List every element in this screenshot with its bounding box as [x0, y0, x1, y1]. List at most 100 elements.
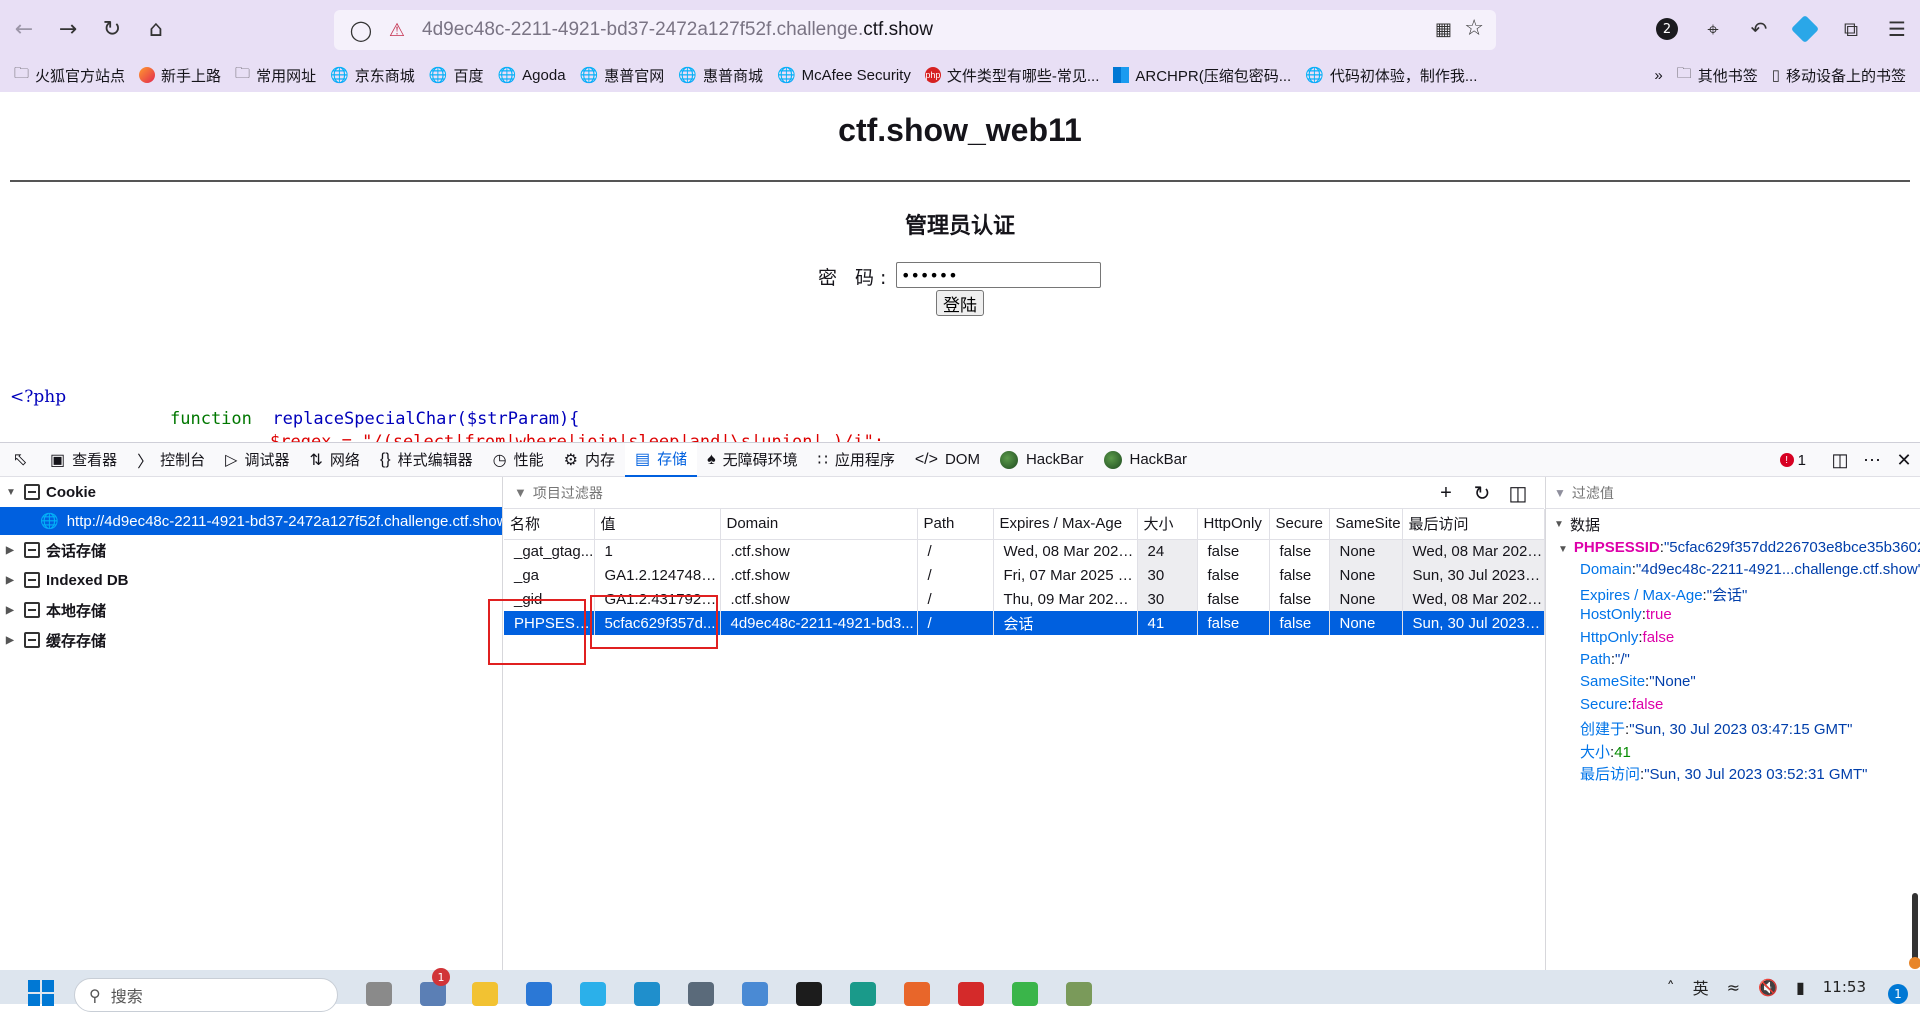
error-count[interactable]: ! 1 [1779, 452, 1806, 469]
data-section-header[interactable]: ▼ 数据 [1546, 509, 1920, 539]
column-header[interactable]: Expires / Max-Age [993, 509, 1138, 540]
qr-code-icon[interactable]: ▦ [1435, 19, 1452, 40]
column-header[interactable]: 最后访问 [1402, 509, 1545, 540]
notification-badge[interactable]: 1 [1888, 984, 1908, 1004]
tab-memory[interactable]: ⚙ 内存 [554, 443, 625, 477]
item-filter-input[interactable] [532, 484, 833, 501]
url-bar[interactable]: ◯ ⚠ 4d9ec48c-2211-4921-bd37-2472a127f52f… [334, 10, 1496, 50]
tree-item-cache-storage[interactable]: ▶ 缓存存储 [0, 625, 502, 655]
add-item-button[interactable]: + [1428, 482, 1464, 505]
bookmark-item[interactable]: 🌐 Agoda [497, 66, 565, 85]
reload-button[interactable]: ↻ [92, 9, 132, 49]
taskbar-calculator-icon[interactable] [688, 982, 714, 1006]
extension-cube-button[interactable] [1782, 9, 1828, 49]
detail-field[interactable]: Secure:false [1546, 696, 1920, 718]
detail-field[interactable]: Domain:"4d9ec48c-2211-4921...challenge.c… [1546, 561, 1920, 583]
column-header[interactable]: 大小 [1137, 509, 1198, 540]
tab-dom[interactable]: </> DOM [905, 443, 990, 477]
wifi-icon[interactable]: ≈ [1727, 978, 1740, 997]
bookmark-item[interactable]: 🗀 常用网址 [235, 63, 316, 88]
bookmark-item[interactable]: 🌐 京东商城 [330, 65, 415, 86]
table-row[interactable]: _ga GA1.2.1247487... .ctf.show / Fri, 07… [504, 563, 1545, 587]
dock-button[interactable]: ◫ [1824, 450, 1856, 471]
tree-item-session-storage[interactable]: ▶ 会话存储 [0, 535, 502, 565]
table-row[interactable]: _gat_gtag... 1 .ctf.show / Wed, 08 Mar 2… [504, 539, 1545, 563]
column-header[interactable]: HttpOnly [1197, 509, 1270, 540]
column-header[interactable]: SameSite [1329, 509, 1403, 540]
tab-inspector[interactable]: ▣ 查看器 [40, 443, 127, 477]
taskbar-app-icon[interactable] [1012, 982, 1038, 1006]
tree-item-cookie[interactable]: ▼ Cookie [0, 477, 502, 507]
refresh-button[interactable]: ↻ [1464, 481, 1500, 506]
column-header[interactable]: Path [917, 509, 994, 540]
taskbar-app-icon[interactable] [1066, 982, 1092, 1006]
bookmark-item[interactable]: 🌐 惠普官网 [580, 65, 665, 86]
cookie-detail-entry[interactable]: ▼ PHPSESSID:"5cfac629f357dd226703e8bce35b… [1546, 539, 1920, 561]
login-button[interactable]: 登陆 [936, 290, 984, 316]
bookmark-item[interactable]: 🌐 McAfee Security [777, 66, 911, 85]
bookmark-item[interactable]: 🗀 火狐官方站点 [14, 63, 125, 88]
insecure-lock-icon[interactable]: ⚠ [386, 20, 408, 41]
tree-item-indexed-db[interactable]: ▶ Indexed DB [0, 565, 502, 595]
speaker-muted-icon[interactable]: 🔇 [1758, 978, 1778, 997]
column-header[interactable]: 值 [594, 509, 721, 540]
detail-field[interactable]: 最后访问:"Sun, 30 Jul 2023 03:52:31 GMT" [1546, 763, 1920, 785]
taskbar-search[interactable]: ⚲ 搜索 [74, 978, 338, 1012]
menu-button[interactable]: ☰ [1874, 9, 1920, 49]
forward-button[interactable]: → [48, 9, 88, 49]
detail-field[interactable]: 大小:41 [1546, 741, 1920, 763]
taskbar-explorer-icon[interactable] [472, 982, 498, 1006]
chevron-up-icon[interactable]: ˄ [1667, 978, 1675, 997]
column-header[interactable]: 名称 [504, 509, 595, 540]
value-filter-input[interactable] [1571, 484, 1852, 501]
detail-field[interactable]: HostOnly:true [1546, 606, 1920, 628]
bookmark-star-icon[interactable]: ☆ [1464, 16, 1484, 41]
taskbar-browser-icon[interactable] [580, 982, 606, 1006]
detail-field[interactable]: 创建于:"Sun, 30 Jul 2023 03:47:15 GMT" [1546, 718, 1920, 740]
undo-button[interactable]: ↶ [1736, 9, 1782, 49]
tab-style-editor[interactable]: {} 样式编辑器 [370, 443, 483, 477]
devtools-menu-button[interactable]: ⋯ [1856, 450, 1888, 471]
column-header[interactable]: Secure [1269, 509, 1330, 540]
tab-accessibility[interactable]: ♠ 无障碍环境 [697, 443, 808, 477]
tab-performance[interactable]: ◷ 性能 [483, 443, 554, 477]
close-devtools-button[interactable]: ✕ [1888, 450, 1920, 471]
taskbar-firefox-icon[interactable] [904, 982, 930, 1006]
tab-storage[interactable]: ▤ 存储 [624, 442, 698, 477]
detail-field[interactable]: Path:"/" [1546, 651, 1920, 673]
tree-item-cookie-host[interactable]: 🌐 http://4d9ec48c-2211-4921-bd37-2472a127… [0, 507, 502, 535]
tree-item-local-storage[interactable]: ▶ 本地存储 [0, 595, 502, 625]
home-button[interactable]: ⌂ [136, 9, 176, 49]
toggle-sidebar-button[interactable]: ◫ [1500, 481, 1536, 506]
account-button[interactable]: 2 [1644, 9, 1690, 49]
battery-icon[interactable]: ▮ [1796, 978, 1805, 997]
bookmark-item[interactable]: php 文件类型有哪些-常见... [924, 65, 1099, 86]
bookmark-item[interactable]: 🌐 百度 [429, 65, 484, 86]
bookmark-item[interactable]: ARCHPR(压缩包密码... [1113, 65, 1291, 86]
detail-field[interactable]: SameSite:"None" [1546, 673, 1920, 695]
tab-console[interactable]: 〉 控制台 [127, 443, 215, 477]
taskbar-notepad-icon[interactable] [742, 982, 768, 1006]
windows-start-button[interactable] [28, 980, 54, 1006]
tab-debugger[interactable]: ▷ 调试器 [215, 443, 299, 477]
tab-application[interactable]: ∷ 应用程序 [808, 443, 905, 477]
clock[interactable]: 11:53 [1823, 978, 1866, 996]
bookmark-item[interactable]: 新手上路 [139, 65, 221, 86]
back-button[interactable]: ← [4, 9, 44, 49]
element-picker-button[interactable]: ⬁ [0, 449, 40, 470]
taskbar-pycharm-icon[interactable] [796, 982, 822, 1006]
bookmarks-overflow-button[interactable]: » [1654, 67, 1662, 84]
taskbar-app-icon[interactable] [366, 982, 392, 1006]
bookmark-item[interactable]: 🌐 代码初体验，制作我... [1305, 65, 1477, 86]
taskbar-wps-icon[interactable] [958, 982, 984, 1006]
url-text[interactable]: 4d9ec48c-2211-4921-bd37-2472a127f52f.cha… [422, 19, 933, 41]
bookmark-item[interactable]: 🌐 惠普商城 [678, 65, 763, 86]
tracking-shield-icon[interactable]: ◯ [348, 18, 374, 42]
other-bookmarks-folder[interactable]: 🗀 其他书签 [1677, 63, 1758, 88]
taskbar-edge-icon[interactable] [850, 982, 876, 1006]
screenshot-button[interactable]: ⌖ [1690, 9, 1736, 49]
password-input[interactable] [896, 262, 1101, 288]
extensions-button[interactable]: ⧉ [1828, 9, 1874, 49]
tab-hackbar-1[interactable]: HackBar [990, 443, 1094, 477]
detail-field[interactable]: HttpOnly:false [1546, 629, 1920, 651]
